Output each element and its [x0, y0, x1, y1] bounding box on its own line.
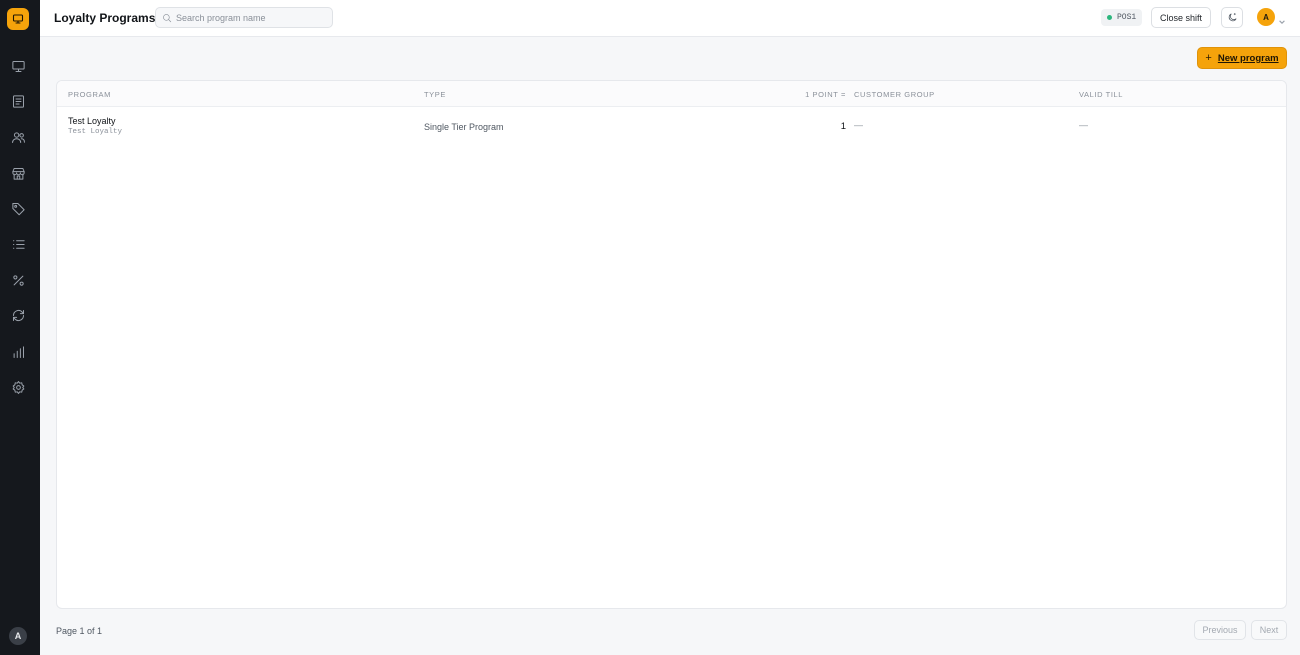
- sidebar-user-avatar[interactable]: A: [9, 627, 27, 645]
- store-icon[interactable]: [8, 163, 28, 183]
- valid-till-value: —: [1079, 120, 1088, 130]
- column-header-valid-till: Valid Till: [1079, 90, 1124, 99]
- percent-icon[interactable]: [8, 270, 28, 290]
- new-program-button[interactable]: + New program: [1197, 47, 1287, 69]
- list-icon[interactable]: [8, 234, 28, 254]
- app-logo-icon[interactable]: [7, 8, 29, 30]
- receipt-icon[interactable]: [8, 91, 28, 111]
- column-header-points: 1 Point =: [805, 90, 846, 99]
- program-code: Test Loyalty: [68, 128, 123, 136]
- online-status-dot: [1107, 15, 1112, 20]
- next-page-button[interactable]: Next: [1251, 620, 1287, 640]
- pos-status-badge: POS1: [1101, 9, 1143, 26]
- table-header: Program Type 1 Point = Customer Group Va…: [57, 81, 1286, 107]
- plus-icon: +: [1205, 51, 1212, 64]
- column-header-program: Program: [68, 90, 111, 99]
- chevron-down-icon[interactable]: [1278, 13, 1286, 24]
- moon-icon: [1228, 13, 1237, 22]
- new-program-label: New program: [1217, 52, 1279, 64]
- search-input[interactable]: [176, 12, 326, 23]
- search-icon: [163, 13, 172, 22]
- program-type: Single Tier Program: [424, 122, 504, 132]
- pos-label: POS1: [1117, 13, 1137, 22]
- programs-table: Program Type 1 Point = Customer Group Va…: [56, 80, 1287, 609]
- tag-icon[interactable]: [8, 198, 28, 218]
- points-value: 1: [840, 121, 846, 132]
- sidebar: A: [0, 0, 40, 655]
- column-header-customer-group: Customer Group: [854, 90, 935, 99]
- monitor-icon[interactable]: [8, 56, 28, 76]
- top-bar: Loyalty Programs POS1 Close shift A: [40, 0, 1300, 37]
- close-shift-button[interactable]: Close shift: [1151, 7, 1211, 28]
- column-header-type: Type: [424, 90, 446, 99]
- bar-chart-icon[interactable]: [8, 342, 28, 362]
- table-row[interactable]: Test Loyalty Test Loyalty Single Tier Pr…: [57, 107, 1286, 146]
- page-title: Loyalty Programs: [54, 11, 156, 25]
- program-name[interactable]: Test Loyalty: [68, 116, 116, 126]
- user-avatar[interactable]: A: [1257, 8, 1275, 26]
- refresh-icon[interactable]: [8, 305, 28, 325]
- customer-group-value: —: [854, 120, 863, 130]
- users-icon[interactable]: [8, 127, 28, 147]
- search-box[interactable]: [155, 7, 333, 28]
- previous-page-button[interactable]: Previous: [1194, 620, 1246, 640]
- pagination-info: Page 1 of 1: [56, 626, 103, 636]
- gear-icon[interactable]: [8, 377, 28, 397]
- theme-toggle-button[interactable]: [1221, 7, 1243, 28]
